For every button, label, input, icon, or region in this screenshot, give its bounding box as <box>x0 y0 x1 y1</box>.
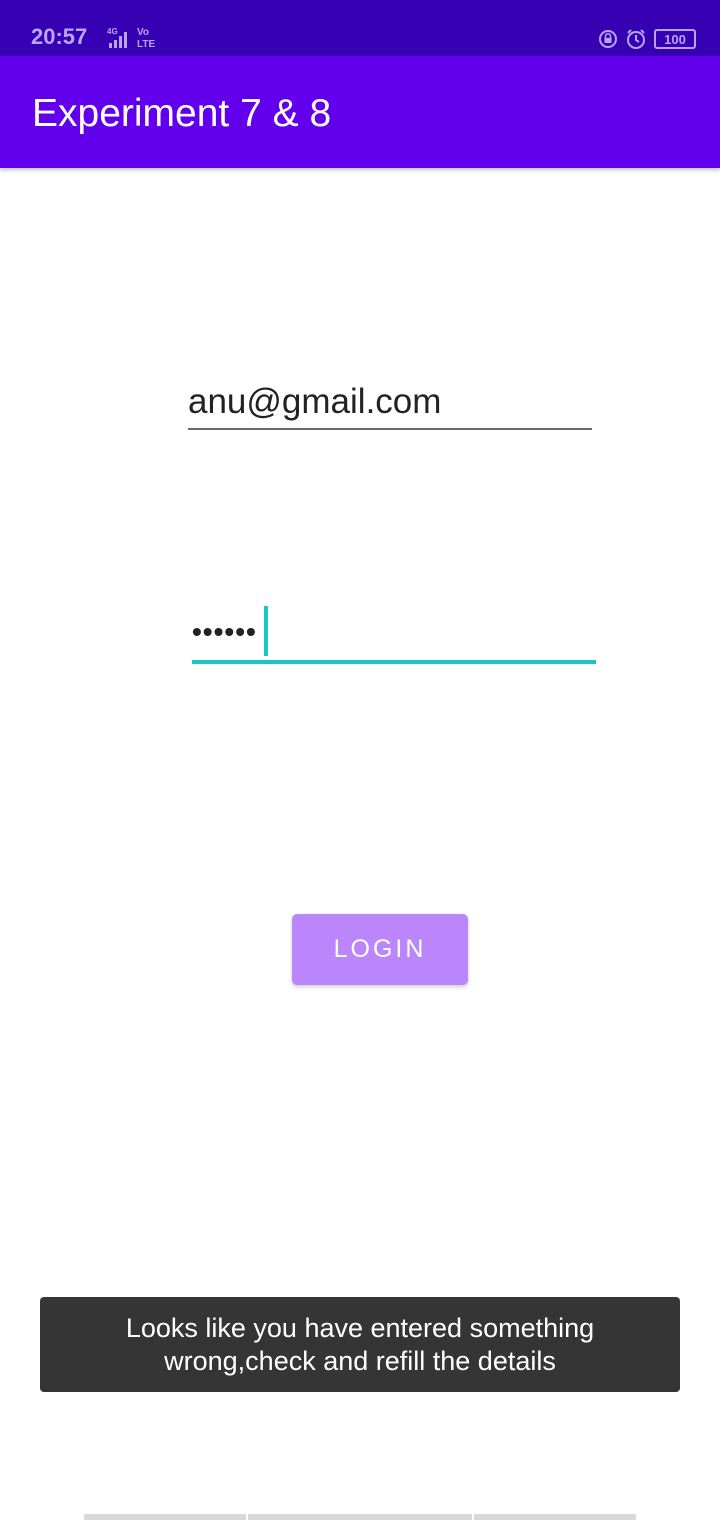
alarm-icon <box>627 29 645 49</box>
volte-label: Vo <box>137 27 149 38</box>
app-title: Experiment 7 & 8 <box>32 92 332 135</box>
nav-bar-segment-right[interactable] <box>474 1514 636 1520</box>
email-field[interactable]: anu@gmail.com <box>188 378 592 430</box>
lte-label: LTE <box>137 39 155 50</box>
login-button[interactable]: LOGIN <box>292 914 468 985</box>
text-cursor <box>264 606 268 656</box>
status-icons: 100 <box>598 27 696 51</box>
signal-icon: 4G Vo LTE <box>107 27 155 50</box>
nav-bar-segment-left[interactable] <box>84 1514 246 1520</box>
nav-bar-segment-center[interactable] <box>248 1514 472 1520</box>
battery-icon: 100 <box>654 29 696 49</box>
app-bar: Experiment 7 & 8 <box>0 56 720 168</box>
status-time: 20:57 <box>31 24 88 49</box>
rotation-lock-icon <box>599 30 617 48</box>
password-field[interactable]: •••••• <box>192 606 596 664</box>
status-bar: 20:57 4G Vo LTE 100 <box>0 0 720 56</box>
toast-text: Looks like you have entered something wr… <box>125 1312 595 1376</box>
toast-message: Looks like you have entered something wr… <box>40 1297 680 1392</box>
password-value: •••••• <box>192 616 257 647</box>
email-value: anu@gmail.com <box>188 382 442 421</box>
network-type-label: 4G <box>107 27 118 36</box>
